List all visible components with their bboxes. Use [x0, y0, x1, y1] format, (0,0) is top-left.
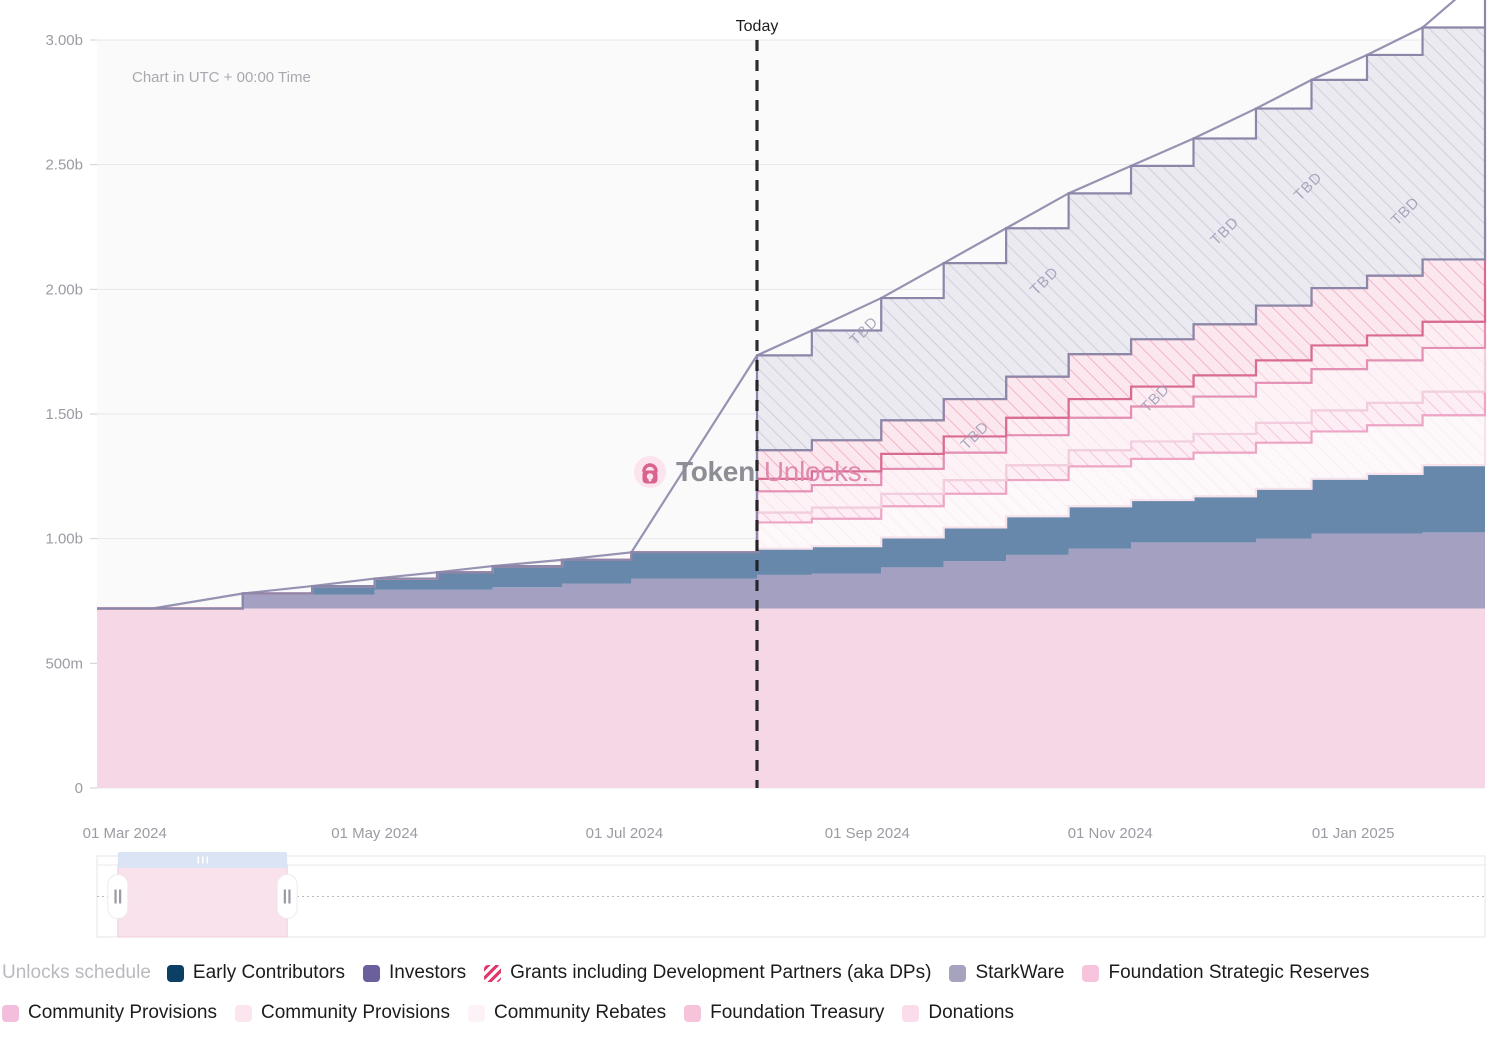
y-axis-tick: 2.50b	[45, 157, 83, 174]
legend-item[interactable]: Foundation Treasury	[684, 1002, 884, 1024]
legend-item[interactable]: Grants including Development Partners (a…	[484, 962, 931, 984]
slider-handle-left	[107, 874, 129, 919]
y-axis-tick: 1.00b	[45, 531, 83, 548]
chart-legend: Unlocks schedule Early Contributors Inves…	[0, 947, 1497, 1047]
legend-swatch-icon	[362, 964, 380, 982]
legend-item[interactable]: Community Provisions	[235, 1002, 450, 1024]
x-axis-tick: 01 Sep 2024	[825, 825, 910, 842]
drag-handle-icon	[119, 889, 122, 904]
legend-label: Grants including Development Partners (a…	[510, 962, 932, 983]
legend-swatch-icon	[949, 964, 967, 982]
drag-handle-icon	[283, 889, 286, 904]
legend-label: Community Provisions	[28, 1002, 217, 1023]
drag-handle-icon	[114, 889, 117, 904]
legend-label: Early Contributors	[192, 962, 345, 983]
utc-note: Chart in UTC + 00:00 Time	[132, 69, 311, 86]
y-axis-tick: 1.50b	[45, 406, 83, 423]
range-slider[interactable]	[96, 852, 1486, 938]
legend-swatch-icon	[902, 1004, 920, 1022]
legend-item[interactable]: Early Contributors	[166, 962, 345, 984]
legend-item[interactable]: StarkWare	[949, 962, 1064, 984]
legend-swatch-icon	[484, 964, 502, 982]
x-axis-tick: 01 Jan 2025	[1312, 825, 1395, 842]
legend-item[interactable]: Foundation Strategic Reserves	[1082, 962, 1369, 984]
today-label: Today	[736, 18, 779, 35]
y-axis: 0 500m 1.00b 1.50b 2.00b 2.50b 3.00b	[45, 32, 97, 797]
y-axis-tick: 3.00b	[45, 32, 83, 49]
legend-row-secondary: Community Provisions Community Provisions…	[0, 993, 1497, 1033]
x-axis-tick: 01 Jul 2024	[586, 825, 664, 842]
slider-selection	[117, 864, 288, 938]
legend-label: Donations	[928, 1002, 1014, 1023]
x-axis: 01 Mar 2024 01 May 2024 01 Jul 2024 01 Sep …	[83, 825, 1395, 842]
legend-swatch-icon	[468, 1004, 485, 1022]
grip-icon	[201, 856, 204, 864]
legend-item[interactable]: Community Rebates	[468, 1002, 666, 1024]
chart-root: TBD TBD TBD TBD TBD TBD TBD Today Chart in UTC …	[0, 0, 1497, 1047]
x-axis-tick: 01 Mar 2024	[83, 825, 167, 842]
slider-track	[96, 855, 1486, 938]
grip-icon	[197, 856, 200, 864]
legend-swatch-icon	[1082, 964, 1100, 982]
legend-label: Community Rebates	[494, 1002, 667, 1023]
legend-title: Unlocks schedule	[2, 962, 151, 983]
unlocks-schedule-chart[interactable]: TBDTBDTBDTBDTBDTBDTBD TodayChart in UTC …	[0, 0, 1497, 1047]
legend-item[interactable]: Investors	[362, 962, 467, 984]
y-axis-tick: 0	[75, 780, 83, 797]
legend-label: StarkWare	[975, 962, 1065, 983]
x-axis-tick: 01 May 2024	[331, 825, 418, 842]
legend-label: Foundation Treasury	[710, 1002, 885, 1023]
legend-label: Community Provisions	[261, 1002, 450, 1023]
legend-label: Foundation Strategic Reserves	[1108, 962, 1370, 983]
legend-label: Investors	[388, 962, 467, 983]
slider-handle-right	[276, 874, 298, 919]
legend-swatch-icon	[2, 1004, 19, 1022]
series-area	[97, 608, 1485, 788]
legend-swatch-icon	[235, 1004, 252, 1022]
grip-icon	[206, 856, 209, 864]
legend-swatch-icon	[166, 964, 184, 982]
legend-swatch-icon	[684, 1004, 702, 1022]
legend-item[interactable]: Community Provisions	[2, 1002, 217, 1024]
y-axis-tick: 500m	[45, 655, 83, 672]
drag-handle-icon	[288, 889, 291, 904]
legend-row-primary: Unlocks schedule Early Contributors Inves…	[0, 953, 1497, 993]
x-axis-tick: 01 Nov 2024	[1068, 825, 1153, 842]
y-axis-tick: 2.00b	[45, 281, 83, 298]
legend-item[interactable]: Donations	[902, 1002, 1014, 1024]
